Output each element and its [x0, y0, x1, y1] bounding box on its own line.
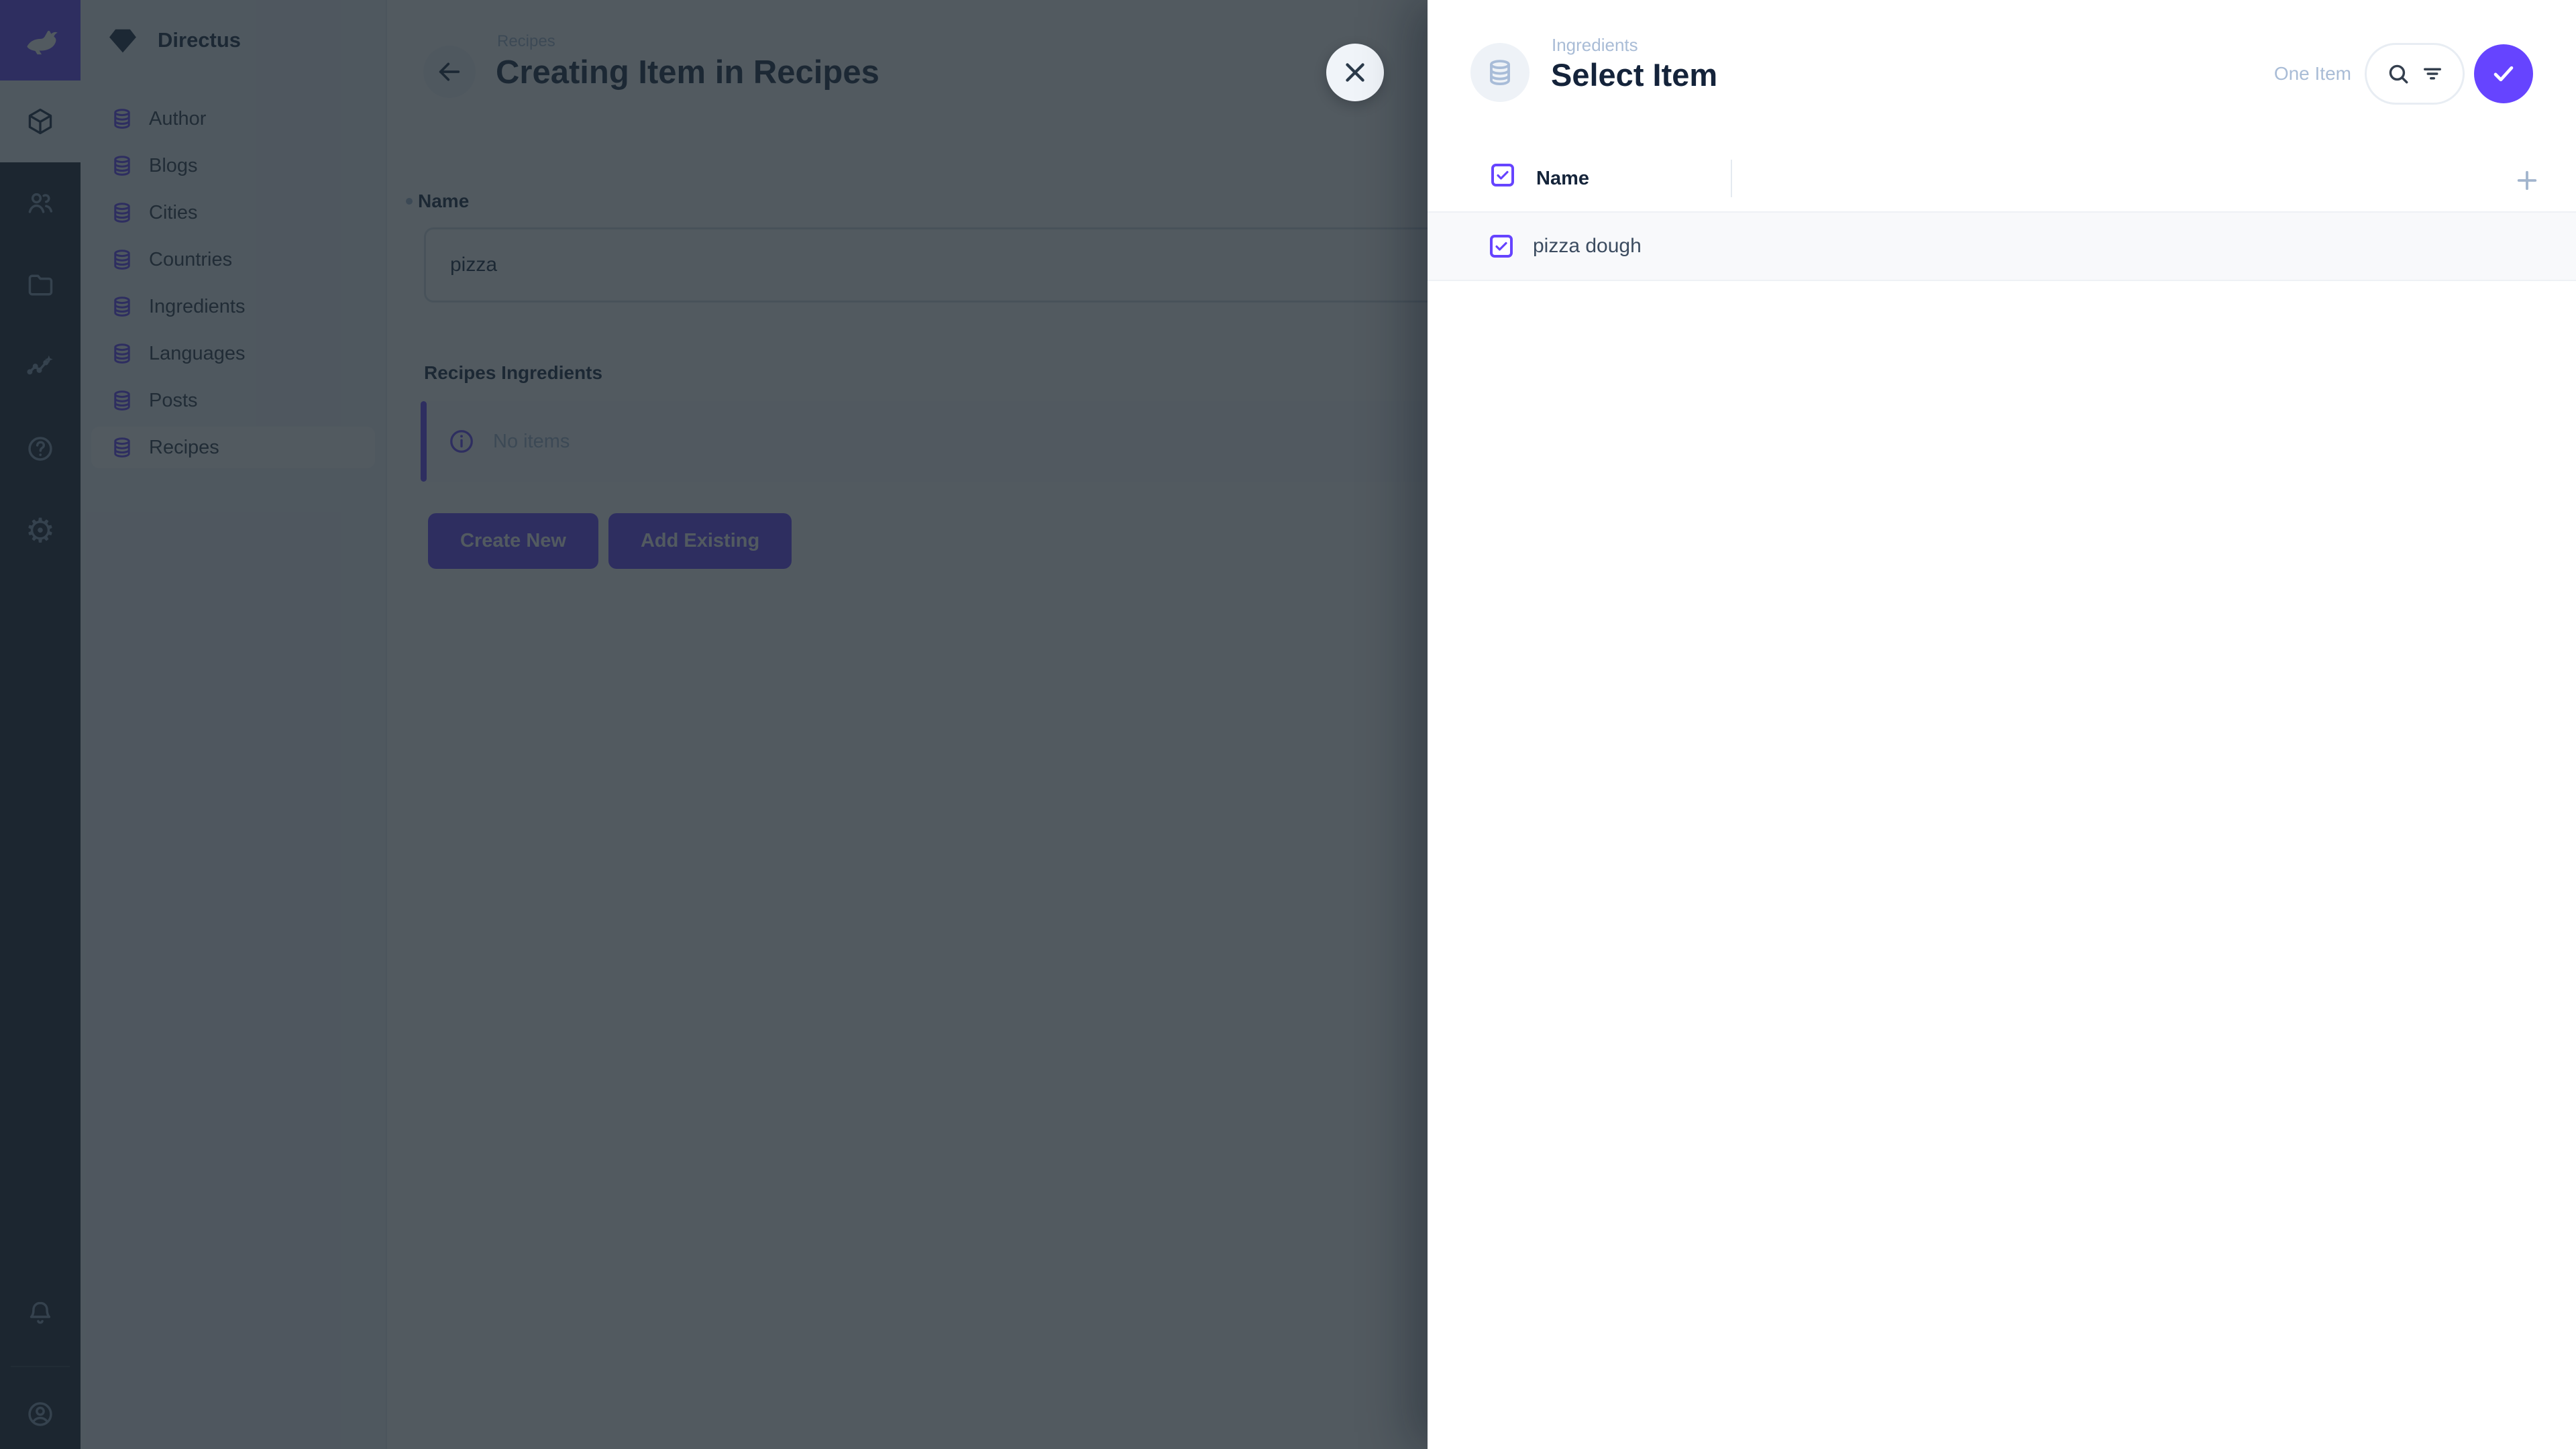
selection-count: One Item	[2274, 63, 2351, 85]
drawer-close-button[interactable]	[1326, 44, 1384, 101]
search-icon[interactable]	[2385, 61, 2411, 87]
directus-app: ⚙ Directus Au	[0, 0, 2576, 1449]
database-icon	[1485, 57, 1515, 88]
row-checkbox[interactable]	[1490, 235, 1513, 258]
drawer-collection-label: Ingredients	[1552, 35, 1638, 56]
search-filter-control[interactable]	[2365, 43, 2465, 105]
drawer-title: Select Item	[1551, 56, 1717, 93]
name-column-header[interactable]: Name	[1536, 168, 1589, 190]
drawer-actions: One Item	[2274, 43, 2533, 105]
filter-icon[interactable]	[2420, 62, 2445, 86]
items-table-header: Name	[1428, 160, 2576, 201]
collection-avatar	[1470, 43, 1529, 102]
close-icon	[1340, 57, 1371, 88]
plus-icon[interactable]	[2513, 166, 2541, 195]
table-row[interactable]: pizza dough	[1428, 211, 2576, 281]
confirm-selection-button[interactable]	[2474, 44, 2533, 103]
select-item-drawer: Ingredients Select Item One Item	[1428, 0, 2576, 1449]
select-all-checkbox[interactable]	[1491, 164, 1514, 186]
check-icon	[2489, 59, 2518, 89]
column-divider[interactable]	[1731, 160, 1732, 197]
row-name-cell: pizza dough	[1533, 235, 1642, 258]
